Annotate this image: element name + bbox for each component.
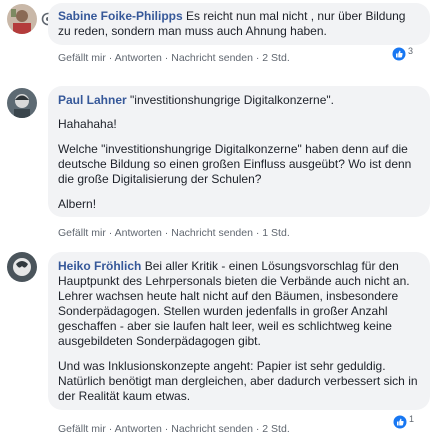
comment-author[interactable]: Paul Lahner	[58, 93, 127, 107]
comment-actions: Gefällt mir · Antworten · Nachricht send…	[58, 52, 290, 64]
comment-text: Albern!	[58, 197, 97, 211]
comment-bubble: Heiko Fröhlich Bei aller Kritik - einen …	[48, 252, 430, 410]
comment-text: Und was Inklusionskonzepte angeht: Papie…	[58, 359, 418, 403]
reaction-count: 3	[408, 46, 414, 56]
timestamp[interactable]: 2 Std.	[262, 52, 289, 64]
comment-text: Paul Lahner "investitionshungrige Digita…	[58, 93, 334, 107]
comment-bubble: Paul Lahner "investitionshungrige Digita…	[48, 86, 430, 217]
reaction-badge[interactable]: 3	[392, 46, 414, 61]
comment-text: Sabine Foike-Philipps Es reicht nun mal …	[58, 9, 406, 38]
like-link[interactable]: Gefällt mir	[58, 423, 106, 435]
message-link[interactable]: Nachricht senden	[171, 52, 253, 64]
reply-link[interactable]: Antworten	[115, 227, 162, 239]
comment-actions: Gefällt mir · Antworten · Nachricht send…	[58, 423, 290, 435]
like-reaction-icon	[392, 47, 406, 61]
comment-actions: Gefällt mir · Antworten · Nachricht send…	[58, 227, 290, 239]
timestamp[interactable]: 1 Std.	[262, 227, 289, 239]
comment-author[interactable]: Sabine Foike-Philipps	[58, 9, 183, 23]
like-reaction-icon	[393, 415, 407, 429]
comment-text: Hahahaha!	[58, 117, 117, 131]
comment-text: Heiko Fröhlich Bei aller Kritik - einen …	[58, 259, 410, 348]
comment-text: Welche "investitionshungrige Digitalkonz…	[58, 142, 412, 186]
message-link[interactable]: Nachricht senden	[171, 227, 253, 239]
avatar[interactable]	[7, 252, 37, 282]
like-link[interactable]: Gefällt mir	[58, 52, 106, 64]
comment-bubble: Sabine Foike-Philipps Es reicht nun mal …	[48, 3, 430, 45]
user-avatar-icon	[7, 88, 37, 118]
avatar[interactable]	[7, 88, 37, 118]
user-avatar-icon	[7, 252, 37, 282]
reply-link[interactable]: Antworten	[115, 423, 162, 435]
user-avatar-icon	[7, 4, 37, 34]
reply-link[interactable]: Antworten	[115, 52, 162, 64]
message-link[interactable]: Nachricht senden	[171, 423, 253, 435]
timestamp[interactable]: 2 Std.	[262, 423, 289, 435]
reaction-badge[interactable]: 1	[393, 414, 415, 429]
avatar[interactable]	[7, 4, 37, 34]
like-link[interactable]: Gefällt mir	[58, 227, 106, 239]
comment-author[interactable]: Heiko Fröhlich	[58, 259, 141, 273]
reaction-count: 1	[409, 414, 415, 424]
